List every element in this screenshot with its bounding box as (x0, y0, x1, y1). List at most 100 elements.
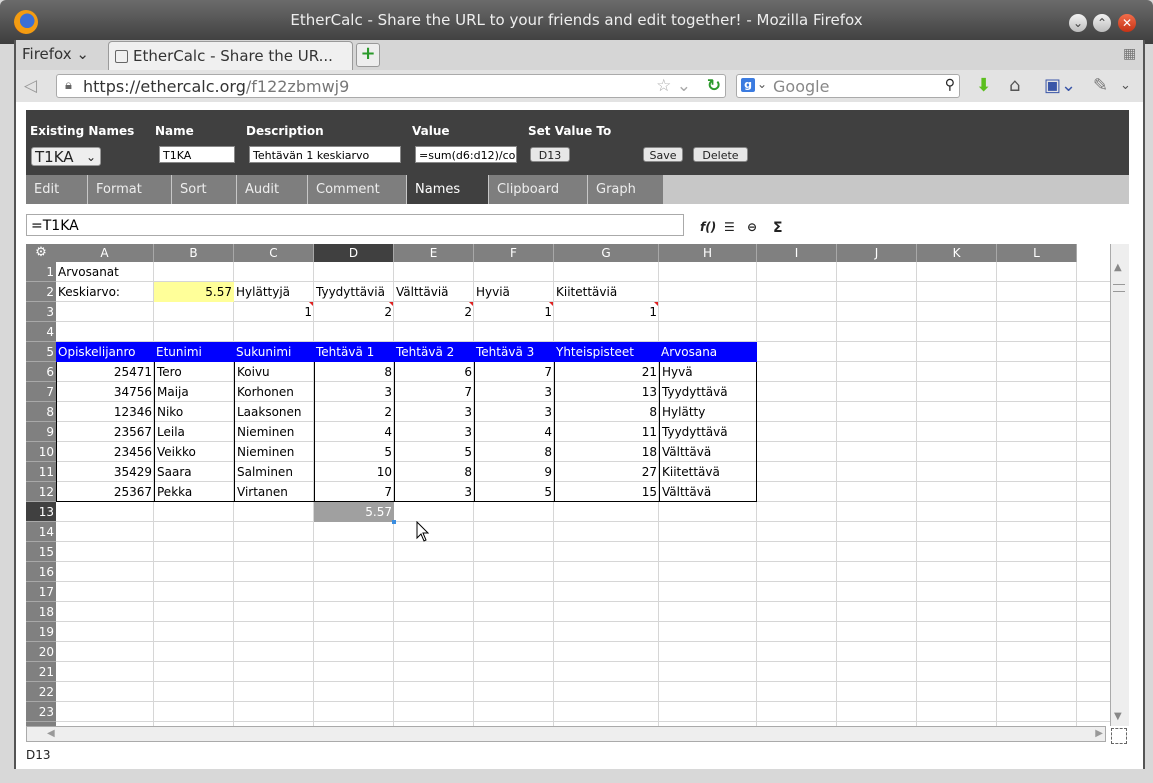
row-header[interactable]: 2 (26, 282, 56, 302)
column-header[interactable]: G (554, 244, 659, 262)
value-input[interactable]: =sum(d6:d12)/cou (415, 146, 517, 163)
cell-c8[interactable]: Laaksonen (234, 402, 314, 422)
column-header[interactable]: L (997, 244, 1077, 262)
row-header[interactable]: 6 (26, 362, 56, 382)
row-header[interactable]: 5 (26, 342, 56, 362)
tab-sort[interactable]: Sort (172, 175, 237, 204)
existing-names-select[interactable]: T1KA ⌄ (31, 147, 101, 166)
tab-list-icon[interactable]: ▦ (1123, 46, 1139, 62)
cell-f12[interactable]: 5 (474, 482, 554, 502)
row-header[interactable]: 14 (26, 522, 56, 542)
cell-b9[interactable]: Leila (154, 422, 234, 442)
row-header[interactable]: 3 (26, 302, 56, 322)
tab-audit[interactable]: Audit (237, 175, 308, 204)
row-header[interactable]: 4 (26, 322, 56, 342)
cell-g8[interactable]: 8 (554, 402, 659, 422)
tab-edit[interactable]: Edit (26, 175, 88, 204)
cell-g12[interactable]: 15 (554, 482, 659, 502)
set-value-button[interactable]: D13 (530, 147, 570, 162)
name-input[interactable]: T1KA (159, 146, 235, 163)
cell-d5[interactable]: Tehtävä 1 (314, 342, 394, 362)
cell-f3[interactable]: 1 (474, 302, 554, 322)
eyedropper-icon[interactable]: ✎ (1093, 75, 1108, 96)
cell-e9[interactable]: 3 (394, 422, 474, 442)
cell-d2[interactable]: Tyydyttäviä (314, 282, 394, 302)
cell-d12[interactable]: 7 (314, 482, 394, 502)
vertical-scrollbar[interactable]: ▲ ▼ (1110, 244, 1129, 726)
row-header[interactable]: 16 (26, 562, 56, 582)
cell-g6[interactable]: 21 (554, 362, 659, 382)
cell-a2[interactable]: Keskiarvo: (56, 282, 154, 302)
cell-a12[interactable]: 25367 (56, 482, 154, 502)
cell-g2[interactable]: Kiitettäviä (554, 282, 659, 302)
column-header[interactable]: D (314, 244, 394, 262)
scroll-up-icon[interactable]: ▲ (1114, 262, 1122, 273)
engine-chevron-down-icon[interactable]: ⌄ (757, 77, 767, 91)
cell-c5[interactable]: Sukunimi (234, 342, 314, 362)
tab-comment[interactable]: Comment (308, 175, 407, 204)
cell-e6[interactable]: 6 (394, 362, 474, 382)
download-arrow-icon[interactable]: ⬇ (976, 75, 991, 96)
cell-f5[interactable]: Tehtävä 3 (474, 342, 554, 362)
row-header[interactable]: 7 (26, 382, 56, 402)
cell-f6[interactable]: 7 (474, 362, 554, 382)
cell-c2[interactable]: Hylättyjä (234, 282, 314, 302)
multiline-icon[interactable]: ☰ (724, 220, 735, 234)
horizontal-scrollbar[interactable]: ◀ ▶ (26, 726, 1106, 742)
row-header[interactable]: 17 (26, 582, 56, 602)
row-header[interactable]: 19 (26, 622, 56, 642)
column-header[interactable]: B (154, 244, 234, 262)
row-header[interactable]: 20 (26, 642, 56, 662)
tab-names[interactable]: Names (407, 175, 489, 204)
cell-a6[interactable]: 25471 (56, 362, 154, 382)
column-header[interactable]: A (56, 244, 154, 262)
row-header[interactable]: 15 (26, 542, 56, 562)
binoculars-icon[interactable]: ⚲ (945, 77, 955, 93)
sum-icon[interactable]: Σ (773, 220, 783, 236)
cell-h8[interactable]: Hylätty (659, 402, 757, 422)
cell-a5[interactable]: Opiskelijanro (56, 342, 154, 362)
cell-h10[interactable]: Välttävä (659, 442, 757, 462)
tab-graph[interactable]: Graph (588, 175, 664, 204)
cell-b8[interactable]: Niko (154, 402, 234, 422)
tab-format[interactable]: Format (88, 175, 172, 204)
column-header[interactable]: I (757, 244, 837, 262)
cell-e12[interactable]: 3 (394, 482, 474, 502)
cell-f10[interactable]: 8 (474, 442, 554, 462)
cell-g7[interactable]: 13 (554, 382, 659, 402)
formula-input[interactable]: =T1KA (26, 214, 684, 236)
cell-h5[interactable]: Arvosana (659, 342, 757, 362)
row-header[interactable]: 11 (26, 462, 56, 482)
row-header[interactable]: 21 (26, 662, 56, 682)
spreadsheet-grid[interactable]: ⚙ A B C D E F G H I J K L 1 2 3 4 5 6 7 8 9 10 11 12 13 14 15 16 17 18… (26, 244, 1129, 726)
scroll-right-icon[interactable]: ▶ (1095, 728, 1103, 739)
bookmark-star-icon[interactable]: ☆ ⌄ (656, 76, 691, 96)
cell-f9[interactable]: 4 (474, 422, 554, 442)
column-header[interactable]: K (917, 244, 997, 262)
google-engine-icon[interactable]: g (741, 78, 755, 92)
cell-b2[interactable]: 5.57 (154, 282, 234, 302)
cell-c6[interactable]: Koivu (234, 362, 314, 382)
url-bar[interactable]: 🔒︎ https://ethercalc.org/f122zbmwj9 ☆ ⌄ … (56, 74, 726, 98)
delete-button[interactable]: Delete (693, 147, 748, 162)
cell-b12[interactable]: Pekka (154, 482, 234, 502)
cell-c11[interactable]: Salminen (234, 462, 314, 482)
cell-e8[interactable]: 3 (394, 402, 474, 422)
description-input[interactable]: Tehtävän 1 keskiarvo (249, 146, 401, 163)
cell-g9[interactable]: 11 (554, 422, 659, 442)
cell-b5[interactable]: Etunimi (154, 342, 234, 362)
firefox-menu-button[interactable]: Firefox ⌄ (22, 45, 89, 63)
maximize-icon[interactable]: ⌃ (1093, 14, 1111, 32)
cell-d10[interactable]: 5 (314, 442, 394, 462)
column-header[interactable]: F (474, 244, 554, 262)
cell-h11[interactable]: Kiitettävä (659, 462, 757, 482)
function-icon[interactable]: f() (700, 220, 716, 234)
cell-d13[interactable]: 5.57 (314, 502, 394, 522)
row-header[interactable]: 10 (26, 442, 56, 462)
row-header[interactable]: 13 (26, 502, 56, 522)
overflow-chevron-icon[interactable]: ⌄ (1120, 78, 1131, 93)
row-header[interactable]: 8 (26, 402, 56, 422)
cell-a7[interactable]: 34756 (56, 382, 154, 402)
back-arrow-icon[interactable]: ◁ (24, 76, 46, 96)
cell-g10[interactable]: 18 (554, 442, 659, 462)
